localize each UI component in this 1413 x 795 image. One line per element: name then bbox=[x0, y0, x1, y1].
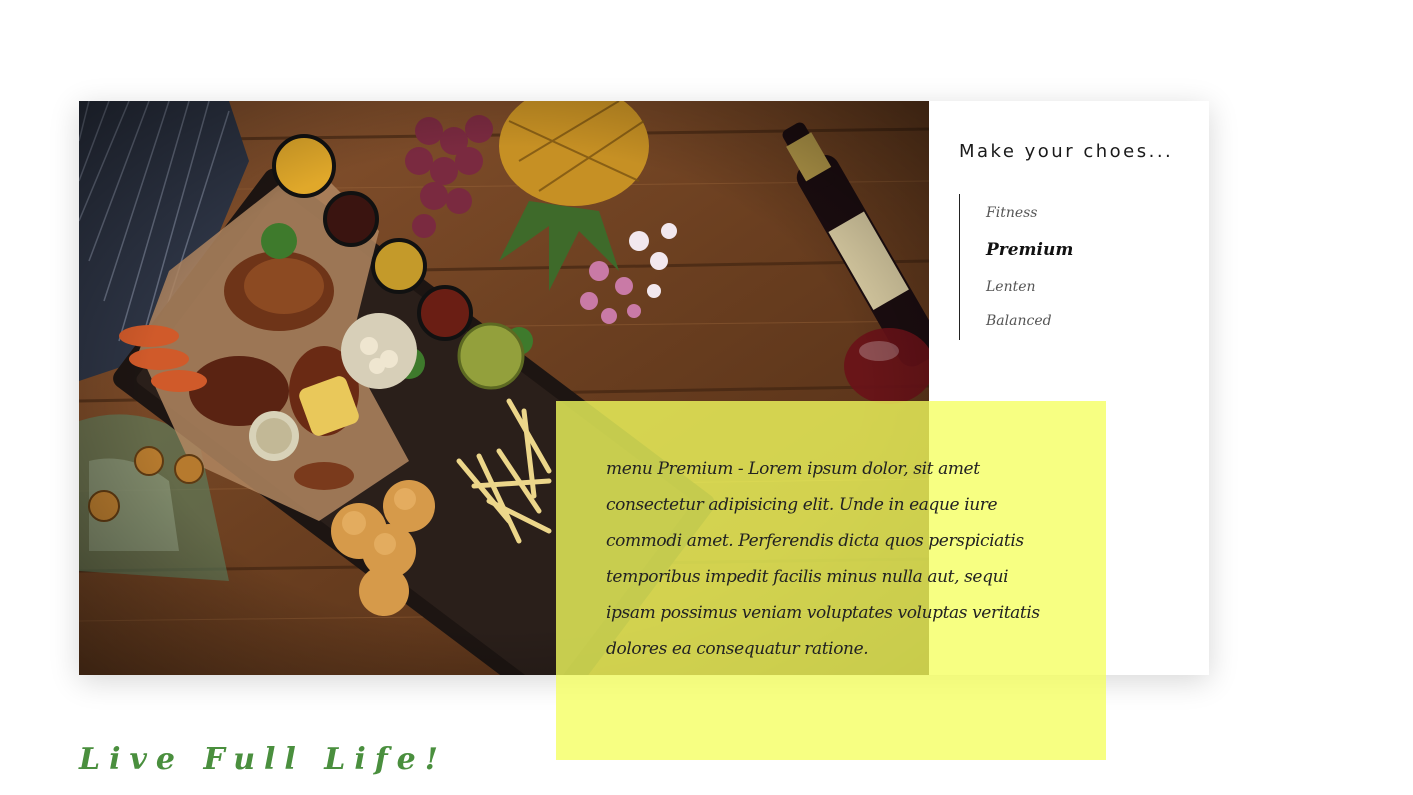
tagline: Live Full Life! bbox=[79, 742, 447, 777]
menu-option-premium[interactable]: Premium bbox=[986, 230, 1189, 270]
menu-option-fitness[interactable]: Fitness bbox=[986, 196, 1189, 230]
menu-description-text: menu Premium - Lorem ipsum dolor, sit am… bbox=[606, 459, 1040, 659]
menu-sidebar: Make your choes... Fitness Premium Lente… bbox=[959, 141, 1189, 340]
menu-option-lenten[interactable]: Lenten bbox=[986, 270, 1189, 304]
menu-title: Make your choes... bbox=[959, 141, 1174, 162]
menu-options-list: Fitness Premium Lenten Balanced bbox=[959, 194, 1189, 340]
page: Make your choes... Fitness Premium Lente… bbox=[0, 0, 1413, 795]
menu-option-balanced[interactable]: Balanced bbox=[986, 304, 1189, 338]
menu-description-panel: menu Premium - Lorem ipsum dolor, sit am… bbox=[556, 401, 1106, 760]
